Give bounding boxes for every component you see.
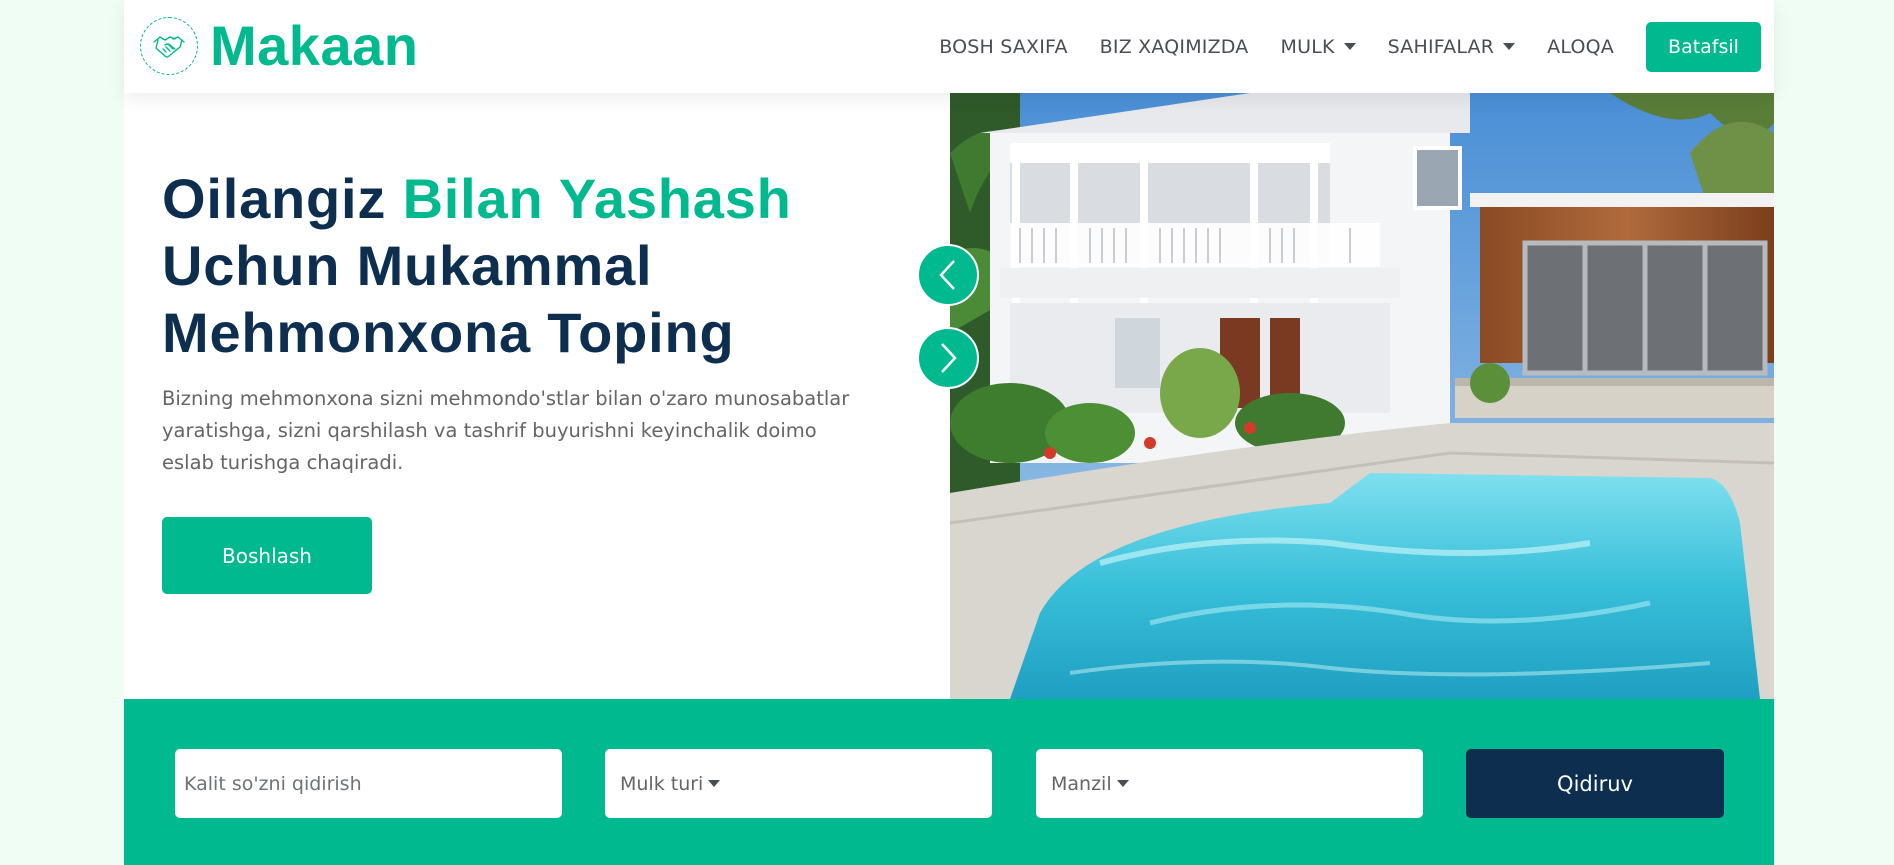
nav-item-label: MULK [1280,35,1335,58]
brand-logo[interactable]: Makaan [140,17,418,75]
caret-down-icon [1343,43,1356,50]
hero-title-part: Oilangiz [162,167,403,230]
nav-item-contact[interactable]: ALOQA [1547,36,1614,58]
nav-item-home[interactable]: BOSH SAXIFA [939,36,1067,58]
nav-menu: BOSH SAXIFA BIZ XAQIMIZDA MULK SAHIFALAR… [939,0,1774,93]
keyword-search-field[interactable] [175,749,562,818]
nav-item-label: BOSH SAXIFA [939,35,1068,58]
nav-item-label: ALOQA [1547,35,1614,58]
nav-item-property[interactable]: MULK [1281,36,1356,58]
caret-down-icon [1116,780,1129,787]
caret-down-icon [708,780,721,787]
location-select[interactable]: Manzil [1036,749,1423,818]
chevron-right-icon [941,343,957,373]
keyword-search-input[interactable] [184,772,562,795]
search-button[interactable]: Qidiruv [1466,749,1724,818]
nav-item-label: BIZ XAQIMIZDA [1099,35,1249,58]
chevron-left-icon [939,260,955,290]
search-bar: Mulk turi Manzil Qidiruv [124,699,1774,865]
hero-title-accent: Bilan Yashash [402,167,792,230]
hero-title-part: Uchun Mukammal Mehmonxona Toping [162,234,735,364]
brand-name: Makaan [210,14,419,77]
caret-down-icon [1503,43,1516,50]
property-type-select[interactable]: Mulk turi [605,749,992,818]
nav-item-about[interactable]: BIZ XAQIMIZDA [1100,36,1249,58]
property-type-label: Mulk turi [620,772,704,795]
hero-title: Oilangiz Bilan Yashash Uchun Mukammal Me… [162,165,922,366]
get-started-button[interactable]: Boshlash [162,517,372,594]
carousel-next-button[interactable] [917,327,979,389]
handshake-icon [140,17,198,75]
navbar: Makaan BOSH SAXIFA BIZ XAQIMIZDA MULK SA… [124,0,1774,93]
details-button[interactable]: Batafsil [1646,21,1761,72]
hero-text-panel: Oilangiz Bilan Yashash Uchun Mukammal Me… [124,93,950,699]
nav-item-pages[interactable]: SAHIFALAR [1388,36,1516,58]
page: Makaan BOSH SAXIFA BIZ XAQIMIZDA MULK SA… [124,0,1774,865]
location-label: Manzil [1051,772,1112,795]
hero-description: Bizning mehmonxona sizni mehmondo'stlar … [162,387,850,474]
house-with-pool-photo [950,93,1774,699]
carousel-prev-button[interactable] [917,244,979,306]
nav-item-label: SAHIFALAR [1387,35,1495,58]
